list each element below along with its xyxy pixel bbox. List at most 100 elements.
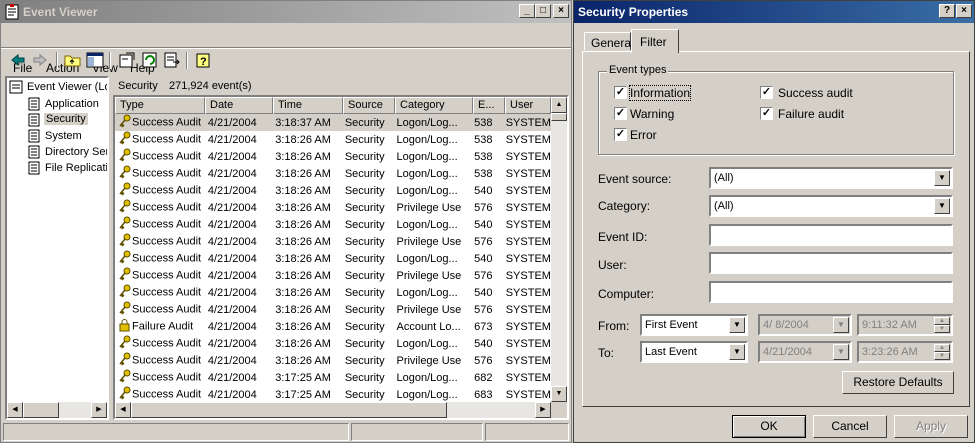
tree-item-file-replication[interactable]: File Replicatio: [27, 160, 107, 176]
table-row[interactable]: Success Audit 4/21/2004 3:18:26 AM Security…: [115, 216, 551, 233]
success-audit-checkbox[interactable]: ✓: [760, 86, 773, 99]
tree-item-security[interactable]: Security: [27, 112, 107, 128]
user-field[interactable]: [709, 252, 953, 274]
from-dropdown[interactable]: First Event ▼: [640, 314, 748, 336]
spin-down-icon[interactable]: ▼: [934, 352, 950, 360]
cell-source: Security: [344, 150, 385, 163]
table-row[interactable]: Success Audit 4/21/2004 3:18:26 AM Security…: [115, 199, 551, 216]
scroll-thumb[interactable]: [23, 402, 59, 418]
to-time-picker[interactable]: 3:23:26 AM ▲ ▼: [857, 341, 953, 363]
apply-button[interactable]: Apply: [894, 415, 968, 438]
scroll-right-button[interactable]: ▶: [91, 402, 107, 418]
cell-type: Success Audit: [115, 165, 205, 182]
cell-time: 3:18:26 AM: [275, 133, 331, 146]
tree-root-label: Event Viewer (Lo: [27, 81, 109, 93]
chevron-down-icon[interactable]: ▼: [833, 317, 849, 333]
event-source-dropdown[interactable]: (All) ▼: [709, 167, 953, 189]
event-viewer-titlebar[interactable]: Event Viewer _ □ ×: [1, 1, 571, 23]
failure-audit-checkbox[interactable]: ✓: [760, 107, 773, 120]
cell-source: Security: [344, 269, 385, 282]
table-row[interactable]: Success Audit 4/21/2004 3:18:26 AM Security…: [115, 352, 551, 369]
table-row[interactable]: Success Audit 4/21/2004 3:17:25 AM Security…: [115, 369, 551, 386]
key-icon: [118, 182, 132, 199]
table-row[interactable]: Success Audit 4/21/2004 3:18:26 AM Security…: [115, 284, 551, 301]
table-row[interactable]: Success Audit 4/21/2004 3:18:26 AM Security…: [115, 250, 551, 267]
ok-button[interactable]: OK: [732, 415, 806, 438]
spin-up-icon[interactable]: ▲: [934, 344, 950, 352]
table-row[interactable]: Success Audit 4/21/2004 3:17:25 AM Security…: [115, 386, 551, 403]
refresh-icon[interactable]: [141, 52, 159, 71]
export-list-icon[interactable]: [163, 52, 181, 71]
help-icon[interactable]: ?: [195, 52, 213, 71]
chevron-down-icon[interactable]: ▼: [729, 344, 745, 360]
tree-item-directory-service[interactable]: Directory Ser: [27, 144, 107, 160]
from-time-picker[interactable]: 9:11:32 AM ▲ ▼: [857, 314, 953, 336]
scroll-left-button[interactable]: ◀: [7, 402, 23, 418]
column-header-user[interactable]: User: [505, 97, 551, 114]
table-row[interactable]: Success Audit 4/21/2004 3:18:26 AM Security…: [115, 267, 551, 284]
table-row[interactable]: Success Audit 4/21/2004 3:18:26 AM Security…: [115, 182, 551, 199]
tree-item-system[interactable]: System: [27, 128, 107, 144]
scroll-thumb[interactable]: [131, 402, 447, 418]
column-header-source[interactable]: Source: [343, 97, 395, 114]
table-row[interactable]: Success Audit 4/21/2004 3:18:37 AM Security…: [115, 114, 551, 131]
table-row[interactable]: Success Audit 4/21/2004 3:18:26 AM Security…: [115, 233, 551, 250]
column-header-category[interactable]: Category: [395, 97, 473, 114]
event-id-field[interactable]: [709, 224, 953, 246]
information-checkbox[interactable]: ✓: [614, 86, 627, 99]
table-row[interactable]: Success Audit 4/21/2004 3:18:26 AM Security…: [115, 301, 551, 318]
scroll-left-button[interactable]: ◀: [115, 402, 131, 418]
back-arrow-icon[interactable]: [10, 53, 26, 70]
chevron-down-icon[interactable]: ▼: [934, 170, 950, 186]
security-properties-titlebar[interactable]: Security Properties ? ×: [574, 1, 974, 23]
scroll-thumb[interactable]: [551, 113, 567, 121]
forward-arrow-icon[interactable]: [32, 53, 48, 70]
spin-up-icon[interactable]: ▲: [934, 317, 950, 325]
event-source-label: Event source:: [598, 172, 672, 186]
event-id-label: Event ID:: [598, 230, 648, 244]
error-checkbox[interactable]: ✓: [614, 128, 627, 141]
category-dropdown[interactable]: (All) ▼: [709, 195, 953, 217]
cell-time: 3:18:26 AM: [275, 269, 331, 282]
properties-icon[interactable]: [118, 52, 136, 71]
minimize-button[interactable]: _: [519, 4, 535, 18]
list-hscrollbar[interactable]: ◀ ▶: [115, 402, 551, 418]
column-header-date[interactable]: Date: [205, 97, 273, 114]
to-date-picker[interactable]: 4/21/2004 ▼: [758, 341, 852, 363]
to-dropdown[interactable]: Last Event ▼: [640, 341, 748, 363]
tree-hscrollbar[interactable]: ◀ ▶: [7, 402, 107, 418]
close-button[interactable]: ×: [956, 4, 972, 18]
chevron-down-icon[interactable]: ▼: [729, 317, 745, 333]
table-row[interactable]: Success Audit 4/21/2004 3:18:26 AM Security…: [115, 335, 551, 352]
event-type-text: Success Audit: [132, 269, 202, 282]
scroll-right-button[interactable]: ▶: [535, 402, 551, 418]
table-row[interactable]: Success Audit 4/21/2004 3:18:26 AM Security…: [115, 148, 551, 165]
close-button[interactable]: ×: [553, 4, 569, 18]
computer-field[interactable]: [709, 281, 953, 303]
restore-defaults-button[interactable]: Restore Defaults: [842, 371, 954, 394]
column-header-type[interactable]: Type: [115, 97, 205, 114]
maximize-button[interactable]: □: [535, 4, 551, 18]
cell-event: 576: [474, 303, 493, 316]
chevron-down-icon[interactable]: ▼: [833, 344, 849, 360]
up-folder-icon[interactable]: [64, 52, 82, 71]
list-vscrollbar[interactable]: ▲ ▼: [551, 97, 567, 402]
cell-type: Success Audit: [115, 284, 205, 301]
tab-general[interactable]: General: [584, 32, 634, 50]
spin-down-icon[interactable]: ▼: [934, 325, 950, 333]
column-header-event[interactable]: E...: [473, 97, 505, 114]
tab-filter[interactable]: Filter: [631, 29, 679, 53]
cancel-button[interactable]: Cancel: [813, 415, 887, 438]
scroll-up-button[interactable]: ▲: [551, 97, 567, 113]
table-row[interactable]: Success Audit 4/21/2004 3:18:26 AM Security…: [115, 165, 551, 182]
scroll-down-button[interactable]: ▼: [551, 386, 567, 402]
show-hide-tree-icon[interactable]: [86, 52, 104, 71]
chevron-down-icon[interactable]: ▼: [934, 198, 950, 214]
from-date-picker[interactable]: 4/ 8/2004 ▼: [758, 314, 852, 336]
help-button[interactable]: ?: [939, 4, 955, 18]
column-header-time[interactable]: Time: [273, 97, 343, 114]
table-row[interactable]: Success Audit 4/21/2004 3:18:26 AM Security…: [115, 131, 551, 148]
warning-checkbox[interactable]: ✓: [614, 107, 627, 120]
table-row[interactable]: Failure Audit 4/21/2004 3:18:26 AM Security…: [115, 318, 551, 335]
tree-item-application[interactable]: Application: [27, 96, 107, 112]
